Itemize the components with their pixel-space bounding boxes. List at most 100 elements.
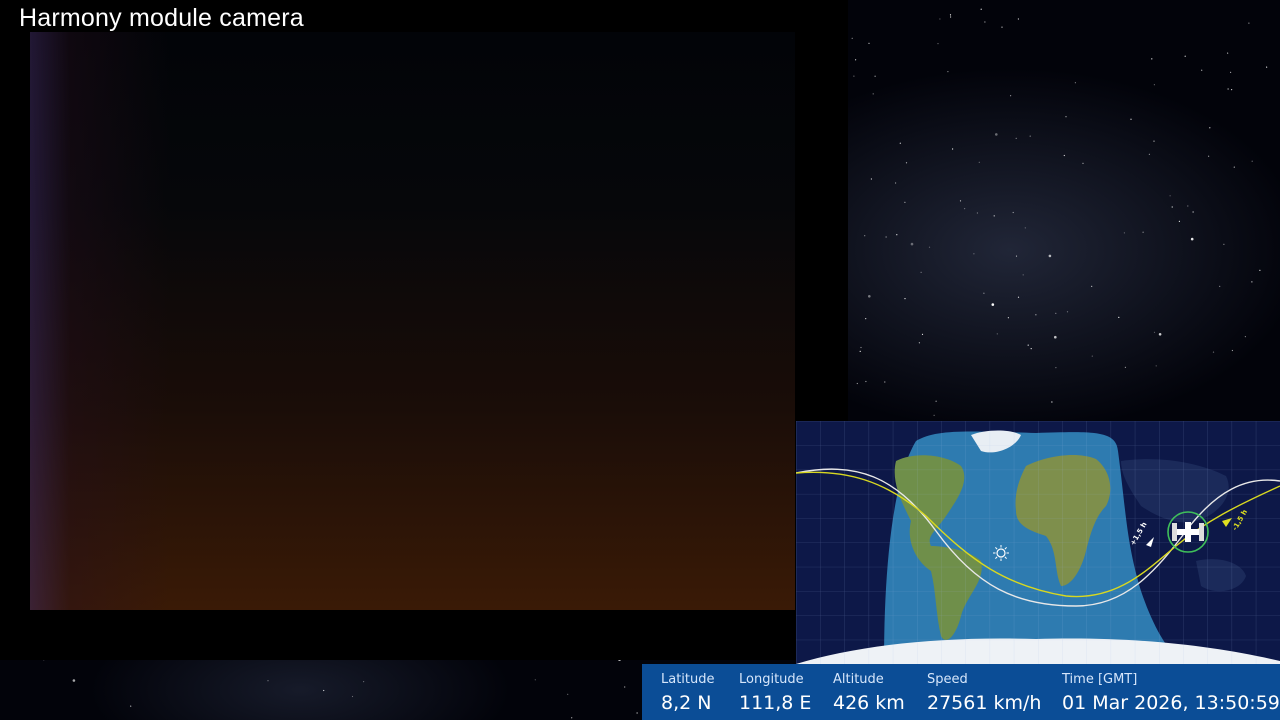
star (1007, 317, 1010, 319)
star (363, 681, 365, 683)
star (959, 200, 962, 202)
star (1230, 71, 1232, 73)
star (636, 712, 638, 714)
star (1171, 206, 1173, 208)
star (885, 236, 887, 238)
star (1065, 116, 1067, 118)
star (1001, 26, 1003, 28)
star (933, 414, 935, 416)
iss-tracker-map: +1,5 h -1,5 h (796, 421, 1280, 664)
star (1074, 82, 1076, 84)
star (928, 246, 931, 248)
star (1063, 154, 1065, 157)
star (1012, 211, 1014, 214)
star (872, 93, 874, 95)
star (1010, 95, 1012, 97)
star (995, 133, 998, 136)
star (1212, 351, 1215, 353)
star (976, 212, 979, 214)
star (1158, 333, 1162, 336)
star (1030, 348, 1032, 350)
star (1219, 285, 1221, 287)
star (1027, 344, 1029, 346)
latitude-value: 8,2 N (661, 692, 712, 714)
telemetry-bar: Latitude 8,2 N Longitude 111,8 E Altitud… (642, 664, 1280, 720)
star (859, 350, 861, 352)
star (1118, 316, 1120, 318)
star (1251, 281, 1253, 283)
star (1153, 331, 1156, 333)
star (1017, 18, 1020, 20)
star (1123, 232, 1125, 234)
star (1054, 335, 1057, 339)
speed-label: Speed (927, 672, 968, 687)
world-map: +1,5 h -1,5 h (796, 421, 1280, 664)
latitude-label: Latitude (661, 672, 715, 687)
star (937, 43, 939, 45)
star (870, 178, 873, 180)
star (1201, 69, 1203, 71)
star (860, 346, 862, 349)
star (864, 235, 866, 237)
star (1187, 205, 1189, 207)
star (904, 298, 906, 300)
altitude-value: 426 km (833, 692, 905, 714)
camera-title: Harmony module camera (19, 4, 304, 32)
star (856, 382, 858, 385)
star (853, 75, 855, 77)
star (1248, 22, 1250, 24)
star (939, 18, 941, 20)
star (918, 342, 921, 344)
star (921, 333, 924, 335)
altitude-label: Altitude (833, 672, 884, 687)
longitude-value: 111,8 E (739, 692, 812, 714)
star (950, 16, 952, 18)
speed-value: 27561 km/h (927, 692, 1042, 714)
star (1022, 274, 1024, 276)
star (323, 689, 325, 692)
star (920, 271, 922, 273)
star (935, 400, 937, 402)
time-value: 01 Mar 2026, 13:50:59 (1062, 692, 1280, 714)
star (1153, 84, 1155, 86)
star (1227, 52, 1229, 54)
star (952, 148, 954, 150)
star (1259, 269, 1261, 271)
longitude-label: Longitude (739, 672, 804, 687)
star (1223, 243, 1225, 245)
star (1130, 118, 1132, 120)
star (1233, 166, 1235, 168)
star (874, 75, 876, 77)
star (1155, 365, 1157, 367)
star (1142, 231, 1144, 233)
camera-video-feed (30, 32, 795, 610)
camera-panel: Harmony module camera (0, 0, 848, 660)
star (910, 242, 914, 246)
star (1066, 311, 1069, 313)
star (865, 318, 867, 320)
star (991, 303, 995, 306)
star (1048, 254, 1052, 258)
star (895, 182, 897, 184)
star (1024, 227, 1026, 229)
star (1231, 349, 1233, 352)
star (130, 705, 132, 707)
star (1035, 314, 1037, 316)
star (984, 21, 986, 23)
star (868, 295, 871, 298)
star (896, 234, 898, 236)
star (978, 161, 980, 163)
star (993, 215, 995, 217)
star (571, 717, 573, 719)
star (534, 679, 536, 681)
star (855, 59, 857, 61)
star (905, 162, 908, 164)
star (904, 201, 906, 203)
star (983, 292, 985, 294)
star (1209, 127, 1211, 129)
star (624, 686, 626, 688)
star (1266, 66, 1268, 68)
star (899, 142, 901, 144)
star (351, 695, 354, 698)
star (973, 253, 975, 255)
